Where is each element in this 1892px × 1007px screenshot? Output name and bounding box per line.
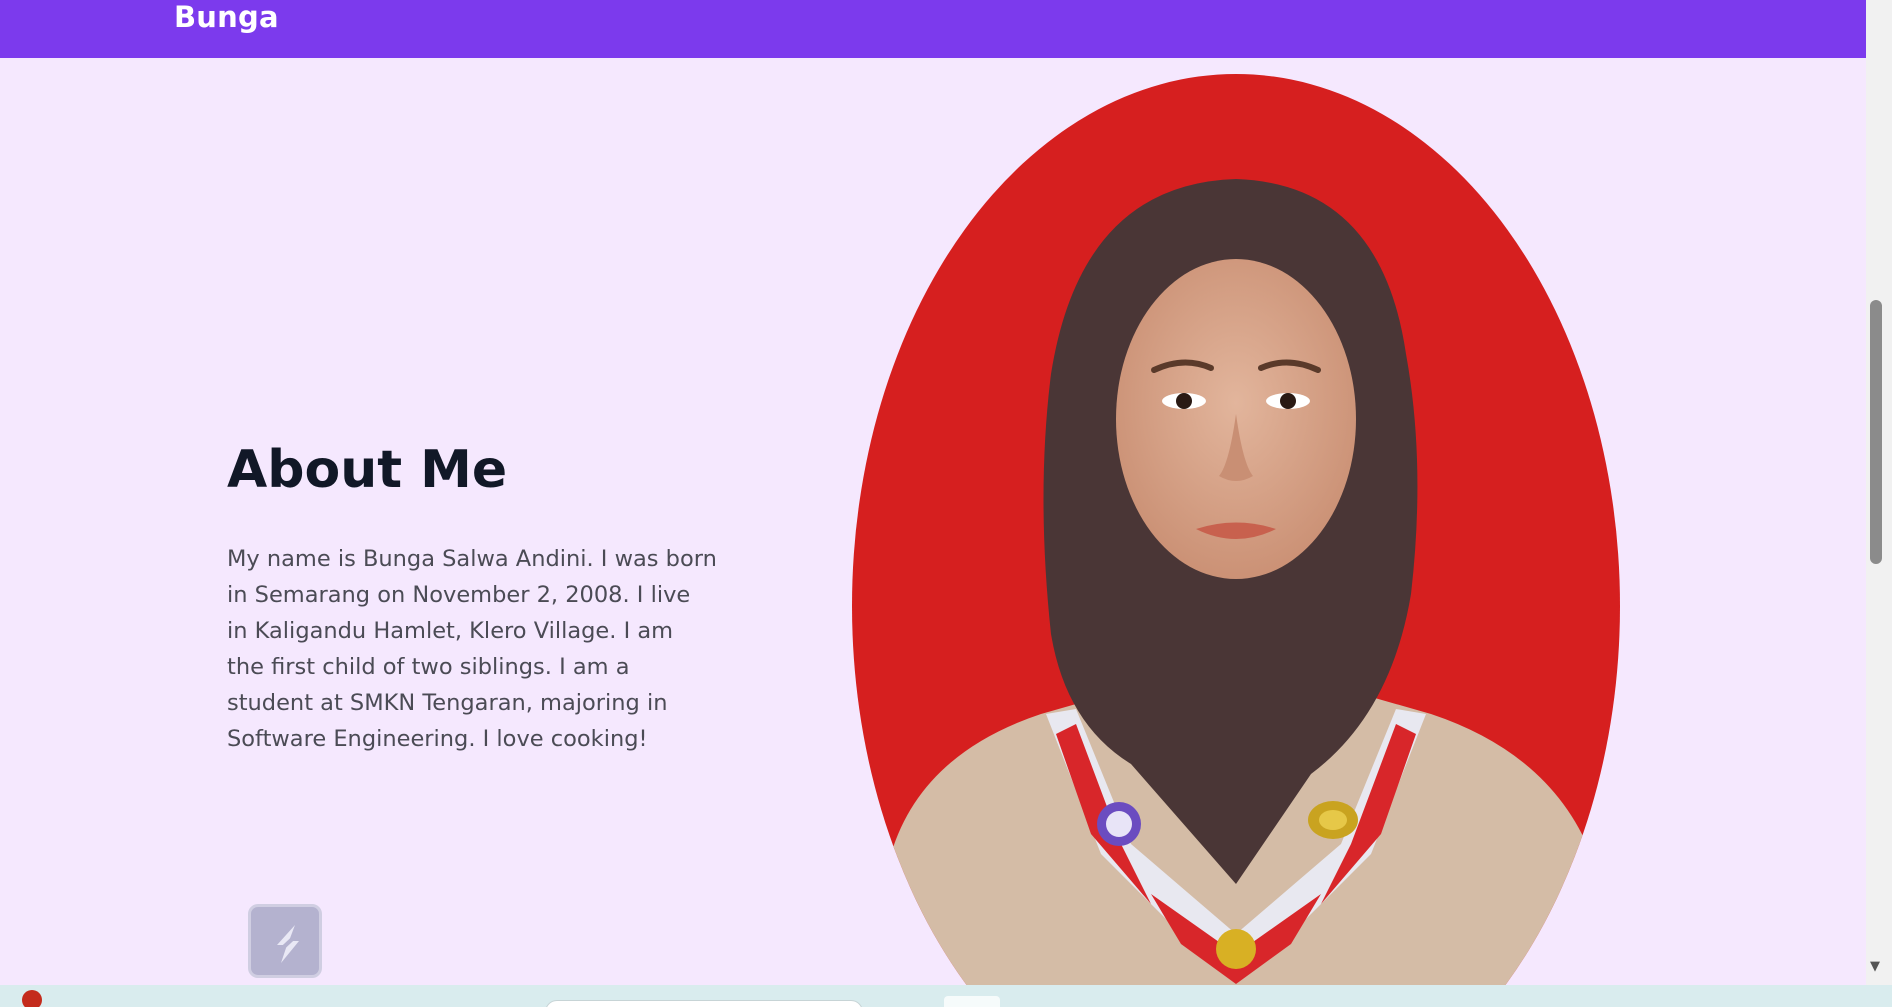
about-description: My name is Bunga Salwa Andini. I was bor… bbox=[227, 546, 717, 752]
about-title: About Me bbox=[227, 440, 508, 500]
taskbar-app-icon[interactable] bbox=[944, 996, 1000, 1007]
scrollbar-thumb[interactable] bbox=[1870, 300, 1882, 564]
brand-logo[interactable]: Bunga bbox=[174, 0, 279, 34]
floating-action-button[interactable] bbox=[248, 904, 322, 978]
notification-badge-icon[interactable] bbox=[22, 990, 42, 1007]
lightning-slash-icon bbox=[271, 925, 305, 963]
os-taskbar bbox=[0, 985, 1892, 1007]
profile-photo bbox=[852, 74, 1620, 994]
scroll-down-arrow-icon[interactable]: ▼ bbox=[1870, 959, 1880, 974]
top-navbar: Bunga bbox=[0, 0, 1866, 58]
taskbar-search-box[interactable] bbox=[545, 1000, 863, 1007]
